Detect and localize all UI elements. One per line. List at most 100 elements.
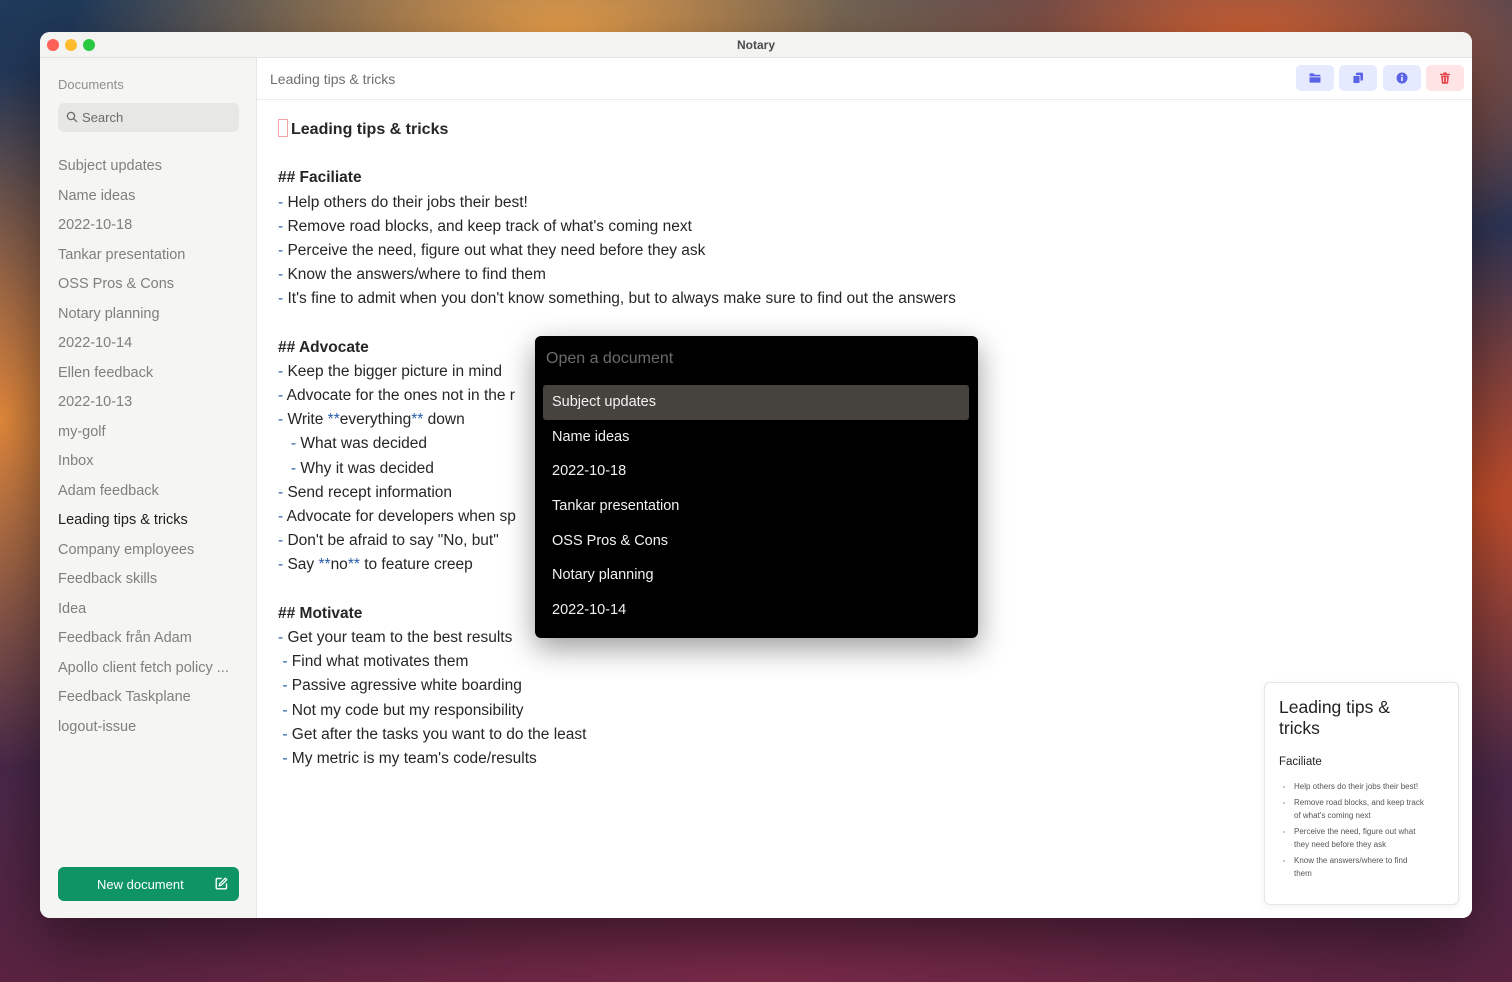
list-bold-text: no xyxy=(330,556,348,574)
palette-item[interactable]: Tankar presentation xyxy=(543,489,969,524)
sidebar-item[interactable]: Adam feedback xyxy=(58,476,243,506)
editor-list-line: - Get after the tasks you want to do the… xyxy=(278,723,1278,747)
sidebar-item[interactable]: Inbox xyxy=(58,446,243,476)
bold-marker: ** xyxy=(318,556,331,574)
palette-item[interactable]: 2022-10-14 xyxy=(543,593,969,628)
editor-list-line: - Perceive the need, figure out what the… xyxy=(278,239,1278,263)
palette-search-input[interactable] xyxy=(546,348,966,370)
sidebar-item[interactable]: 2022-10-13 xyxy=(58,387,243,417)
sidebar-item[interactable]: Subject updates xyxy=(58,151,243,181)
editor-list-line: - My metric is my team's code/results xyxy=(278,747,1278,771)
sidebar-item[interactable]: Apollo client fetch policy ... xyxy=(58,653,243,683)
sidebar: Documents Subject updatesName ideas2022-… xyxy=(40,58,257,918)
sidebar-item[interactable]: Tankar presentation xyxy=(58,240,243,270)
bold-marker: ** xyxy=(327,411,340,429)
move-to-folder-button[interactable] xyxy=(1296,65,1334,91)
sidebar-item[interactable]: logout-issue xyxy=(58,712,243,742)
sidebar-item[interactable]: Feedback från Adam xyxy=(58,623,243,653)
list-text: Get your team to the best results xyxy=(287,628,513,646)
list-dash: - xyxy=(282,725,292,743)
palette-item[interactable]: Name ideas xyxy=(543,420,969,455)
list-dash: - xyxy=(290,435,301,453)
title-bar: Notary xyxy=(40,32,1472,58)
document-list: Subject updates Name ideas 2022-10-18 Tanka… xyxy=(58,151,243,741)
sidebar-item[interactable]: Idea xyxy=(58,594,243,624)
copy-icon xyxy=(1352,72,1363,84)
search-icon xyxy=(66,111,78,123)
bold-marker: ** xyxy=(347,556,360,574)
editor-heading-line: ## Faciliate xyxy=(278,166,1278,190)
editor-blank-line xyxy=(278,142,1278,166)
preview-bullets: Help others do their jobs their best! Rem… xyxy=(1279,780,1424,883)
list-text: to feature creep xyxy=(359,556,473,574)
list-text: It's fine to admit when you don't know s… xyxy=(287,290,956,308)
sidebar-item[interactable]: Ellen feedback xyxy=(58,358,243,388)
sidebar-item[interactable]: Name ideas xyxy=(58,181,243,211)
editor-heading-text: ## Faciliate xyxy=(278,169,362,187)
list-text: Send recept information xyxy=(287,483,453,501)
preview-section-heading: Faciliate xyxy=(1279,756,1322,768)
editor-title-line: Leading tips & tricks xyxy=(278,118,1278,142)
text-cursor xyxy=(278,119,288,137)
list-text: Don't be afraid to say "No, but" xyxy=(287,532,499,550)
sidebar-item[interactable]: Leading tips & tricks xyxy=(58,505,243,535)
list-text: Get after the tasks you want to do the l… xyxy=(291,725,587,743)
list-dash: - xyxy=(278,387,287,405)
list-dash: - xyxy=(282,749,292,767)
list-dash: - xyxy=(282,653,292,671)
info-button[interactable] xyxy=(1383,65,1421,91)
new-document-label: New document xyxy=(97,877,184,892)
list-dash: - xyxy=(278,508,287,525)
editor-list-line: - It's fine to admit when you don't know… xyxy=(278,287,1278,311)
sidebar-item[interactable]: Feedback Taskplane xyxy=(58,682,243,712)
delete-button[interactable] xyxy=(1426,65,1464,91)
palette-results: Subject updates Name ideas 2022-10-18 Tanka… xyxy=(543,385,969,628)
list-text: Advocate for the ones not in the r xyxy=(286,387,515,405)
list-text: down xyxy=(423,411,465,429)
preview-bullet: Help others do their jobs their best! xyxy=(1294,780,1424,794)
preview-bullet: Perceive the need, figure out what they … xyxy=(1294,825,1424,852)
duplicate-button[interactable] xyxy=(1339,65,1377,91)
sidebar-item[interactable]: Feedback skills xyxy=(58,564,243,594)
list-text: Help others do their jobs their best! xyxy=(287,193,528,211)
info-icon xyxy=(1396,72,1408,84)
palette-item[interactable]: Notary planning xyxy=(543,558,969,593)
list-text: Know the answers/where to find them xyxy=(287,266,546,284)
editor-heading-text: ## Advocate xyxy=(278,338,369,356)
edit-icon xyxy=(215,877,228,890)
search-input[interactable] xyxy=(82,103,232,132)
window-title: Notary xyxy=(736,38,775,52)
editor-list-line: - Know the answers/where to find them xyxy=(278,263,1278,287)
list-text: Say xyxy=(287,556,319,574)
palette-item[interactable]: 2022-10-18 xyxy=(543,454,969,489)
sidebar-item[interactable]: my-golf xyxy=(58,417,243,447)
editor-title-text: Leading tips & tricks xyxy=(291,121,449,138)
sidebar-item[interactable]: Notary planning xyxy=(58,299,243,329)
editor-blank-line xyxy=(278,312,1278,336)
sidebar-item[interactable]: 2022-10-14 xyxy=(58,328,243,358)
sidebar-heading: Documents xyxy=(58,77,124,92)
preview-title: Leading tips & tricks xyxy=(1279,697,1390,738)
sidebar-item[interactable]: 2022-10-18 xyxy=(58,210,243,240)
editor-list-line: - Not my code but my responsibility xyxy=(278,699,1278,723)
list-indent xyxy=(278,460,291,477)
preview-bullet: Remove road blocks, and keep track of wh… xyxy=(1294,796,1424,823)
list-indent xyxy=(278,435,291,452)
search-box[interactable] xyxy=(58,103,239,132)
new-document-button[interactable]: New document xyxy=(58,867,239,901)
list-dash: - xyxy=(282,677,292,695)
preview-bullet: Know the answers/where to find them xyxy=(1294,854,1424,881)
list-text: Find what motivates them xyxy=(291,653,469,671)
sidebar-item[interactable]: OSS Pros & Cons xyxy=(58,269,243,299)
sidebar-item[interactable]: Company employees xyxy=(58,535,243,565)
document-header: Leading tips & tricks xyxy=(257,58,1472,100)
folder-icon xyxy=(1309,73,1321,83)
editor-heading-text: ## Motivate xyxy=(278,604,363,622)
list-text: Not my code but my responsibility xyxy=(291,701,524,719)
palette-item[interactable]: OSS Pros & Cons xyxy=(543,524,969,559)
list-dash: - xyxy=(290,459,301,477)
document-title: Leading tips & tricks xyxy=(270,71,396,87)
palette-item[interactable]: Subject updates xyxy=(543,385,969,420)
list-bold-text: everything xyxy=(339,411,412,429)
list-text: Write xyxy=(287,411,328,429)
